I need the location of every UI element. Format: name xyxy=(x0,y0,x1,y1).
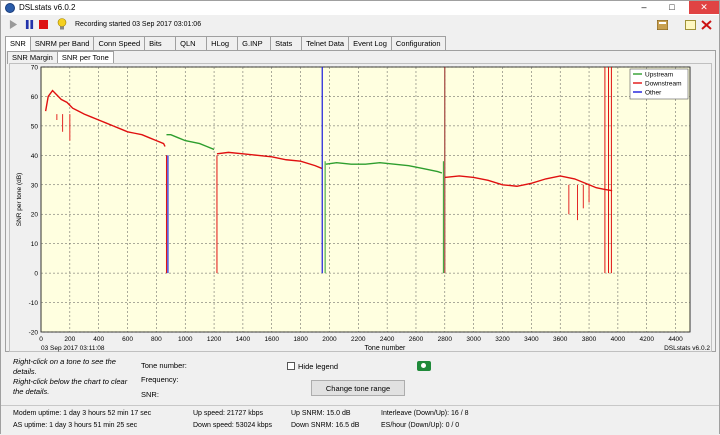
y-tick-label: 40 xyxy=(31,153,39,160)
up-speed: Up speed: 21727 kbps xyxy=(193,410,264,417)
y-tick-label: 50 xyxy=(31,123,39,130)
hide-legend-label: Hide legend xyxy=(298,362,339,371)
x-tick-label: 3000 xyxy=(466,336,481,343)
recording-status: Recording started 03 Sep 2017 03:01:06 xyxy=(75,21,202,28)
y-tick-label: 10 xyxy=(31,241,39,248)
x-tick-label: 1000 xyxy=(178,336,193,343)
x-tick-label: 3800 xyxy=(582,336,597,343)
status-bar: Modem uptime: 1 day 3 hours 52 min 17 se… xyxy=(1,405,719,435)
y-tick-label: 30 xyxy=(31,182,39,189)
plot-area xyxy=(40,66,691,333)
x-tick-label: 3200 xyxy=(495,336,510,343)
x-tick-label: 2400 xyxy=(380,336,395,343)
x-tick-label: 3600 xyxy=(553,336,568,343)
x-tick-label: 4000 xyxy=(611,336,626,343)
tab-configuration[interactable]: Configuration xyxy=(390,36,446,50)
change-tone-range-button[interactable]: Change tone range xyxy=(311,380,405,396)
hint-right-click-tone: Right-click on a tone to see the details… xyxy=(13,357,116,376)
close-button[interactable]: ✕ xyxy=(689,1,719,14)
x-tick-label: 800 xyxy=(151,336,162,343)
x-tick-label: 1400 xyxy=(236,336,251,343)
y-tick-label: 0 xyxy=(34,271,38,278)
snr-per-tone-chart[interactable]: 70 60 50 40 30 20 10 0 -10 -20 200 400 600 800 1000 120… xyxy=(9,63,712,353)
stop-icon[interactable] xyxy=(39,20,48,29)
legend-entry: Other xyxy=(645,90,662,97)
interleave-status: Interleave (Down/Up): 16 / 8 xyxy=(381,410,469,417)
x-tick-label: 2000 xyxy=(322,336,337,343)
chart-timestamp: 03 Sep 2017 03:11:08 xyxy=(41,345,105,352)
tab-conn-speed[interactable]: Conn Speed xyxy=(93,36,146,50)
y-axis-label: SNR per tone (dB) xyxy=(16,173,23,226)
tab-snr[interactable]: SNR xyxy=(5,36,31,51)
tab-bits[interactable]: Bits xyxy=(144,36,177,50)
calculator-icon[interactable] xyxy=(657,20,668,30)
tab-ginp[interactable]: G.INP xyxy=(237,36,272,50)
frequency-label: Frequency: xyxy=(141,375,179,384)
x-tick-label: 2200 xyxy=(351,336,366,343)
x-tick-label: 2800 xyxy=(438,336,453,343)
x-tick-label: 0 xyxy=(39,336,43,343)
toolbar: Recording started 03 Sep 2017 03:01:06 xyxy=(1,15,719,33)
down-speed: Down speed: 53024 kbps xyxy=(193,422,272,429)
x-tick-label: 4200 xyxy=(639,336,654,343)
maximize-button[interactable]: □ xyxy=(661,1,683,14)
close-red-icon[interactable] xyxy=(701,20,712,30)
x-tick-label: 1800 xyxy=(293,336,308,343)
y-tick-label: 20 xyxy=(31,212,39,219)
tab-hlog[interactable]: HLog xyxy=(206,36,239,50)
x-tick-label: 600 xyxy=(122,336,133,343)
es-per-hour: ES/hour (Down/Up): 0 / 0 xyxy=(381,422,460,429)
app-icon xyxy=(5,3,15,13)
pause-icon[interactable] xyxy=(25,20,34,29)
y-tick-label: 70 xyxy=(31,65,39,72)
y-tick-label: -10 xyxy=(29,300,39,307)
tab-snrm-per-band[interactable]: SNRM per Band xyxy=(29,36,95,50)
x-tick-label: 200 xyxy=(64,336,75,343)
minimize-button[interactable]: – xyxy=(633,1,655,14)
up-snrm: Up SNRM: 15.0 dB xyxy=(291,410,351,417)
bulb-icon[interactable] xyxy=(57,18,67,30)
x-tick-label: 3400 xyxy=(524,336,539,343)
tone-number-label: Tone number: xyxy=(141,361,187,370)
down-snrm: Down SNRM: 16.5 dB xyxy=(291,422,360,429)
y-tick-label: -20 xyxy=(29,330,39,337)
x-tick-label: 2600 xyxy=(409,336,424,343)
tone-info-area: Right-click on a tone to see the details… xyxy=(1,353,719,405)
tab-event-log[interactable]: Event Log xyxy=(348,36,392,50)
dslstats-window: DSLstats v6.0.2 – □ ✕ Recording started … xyxy=(0,0,720,435)
camera-icon[interactable] xyxy=(417,361,431,371)
x-tick-label: 400 xyxy=(93,336,104,343)
as-uptime: AS uptime: 1 day 3 hours 51 min 25 sec xyxy=(13,422,138,429)
modem-uptime: Modem uptime: 1 day 3 hours 52 min 17 se… xyxy=(13,410,152,417)
chart-version-label: DSLstats v6.0.2 xyxy=(664,345,710,352)
y-tick-label: 60 xyxy=(31,94,39,101)
x-axis-label: Tone number xyxy=(365,345,407,352)
title-bar: DSLstats v6.0.2 – □ ✕ xyxy=(1,1,719,15)
tab-stats[interactable]: Stats xyxy=(270,36,303,50)
window-icon[interactable] xyxy=(685,20,696,30)
x-tick-label: 1600 xyxy=(265,336,280,343)
play-icon[interactable] xyxy=(9,20,18,29)
window-title: DSLstats v6.0.2 xyxy=(19,3,76,12)
tab-telnet-data[interactable]: Telnet Data xyxy=(301,36,350,50)
hide-legend-checkbox[interactable] xyxy=(287,362,295,370)
hint-right-click-below: Right-click below the chart to clear the… xyxy=(13,377,128,396)
tab-qln[interactable]: QLN xyxy=(175,36,208,50)
main-tabs: SNR SNRM per Band Conn Speed Bits QLN HL… xyxy=(5,36,446,51)
x-tick-label: 4400 xyxy=(668,336,683,343)
legend-entry: Downstream xyxy=(645,81,681,88)
legend-entry: Upstream xyxy=(645,72,673,79)
snr-label: SNR: xyxy=(141,390,159,399)
x-tick-label: 1200 xyxy=(207,336,222,343)
